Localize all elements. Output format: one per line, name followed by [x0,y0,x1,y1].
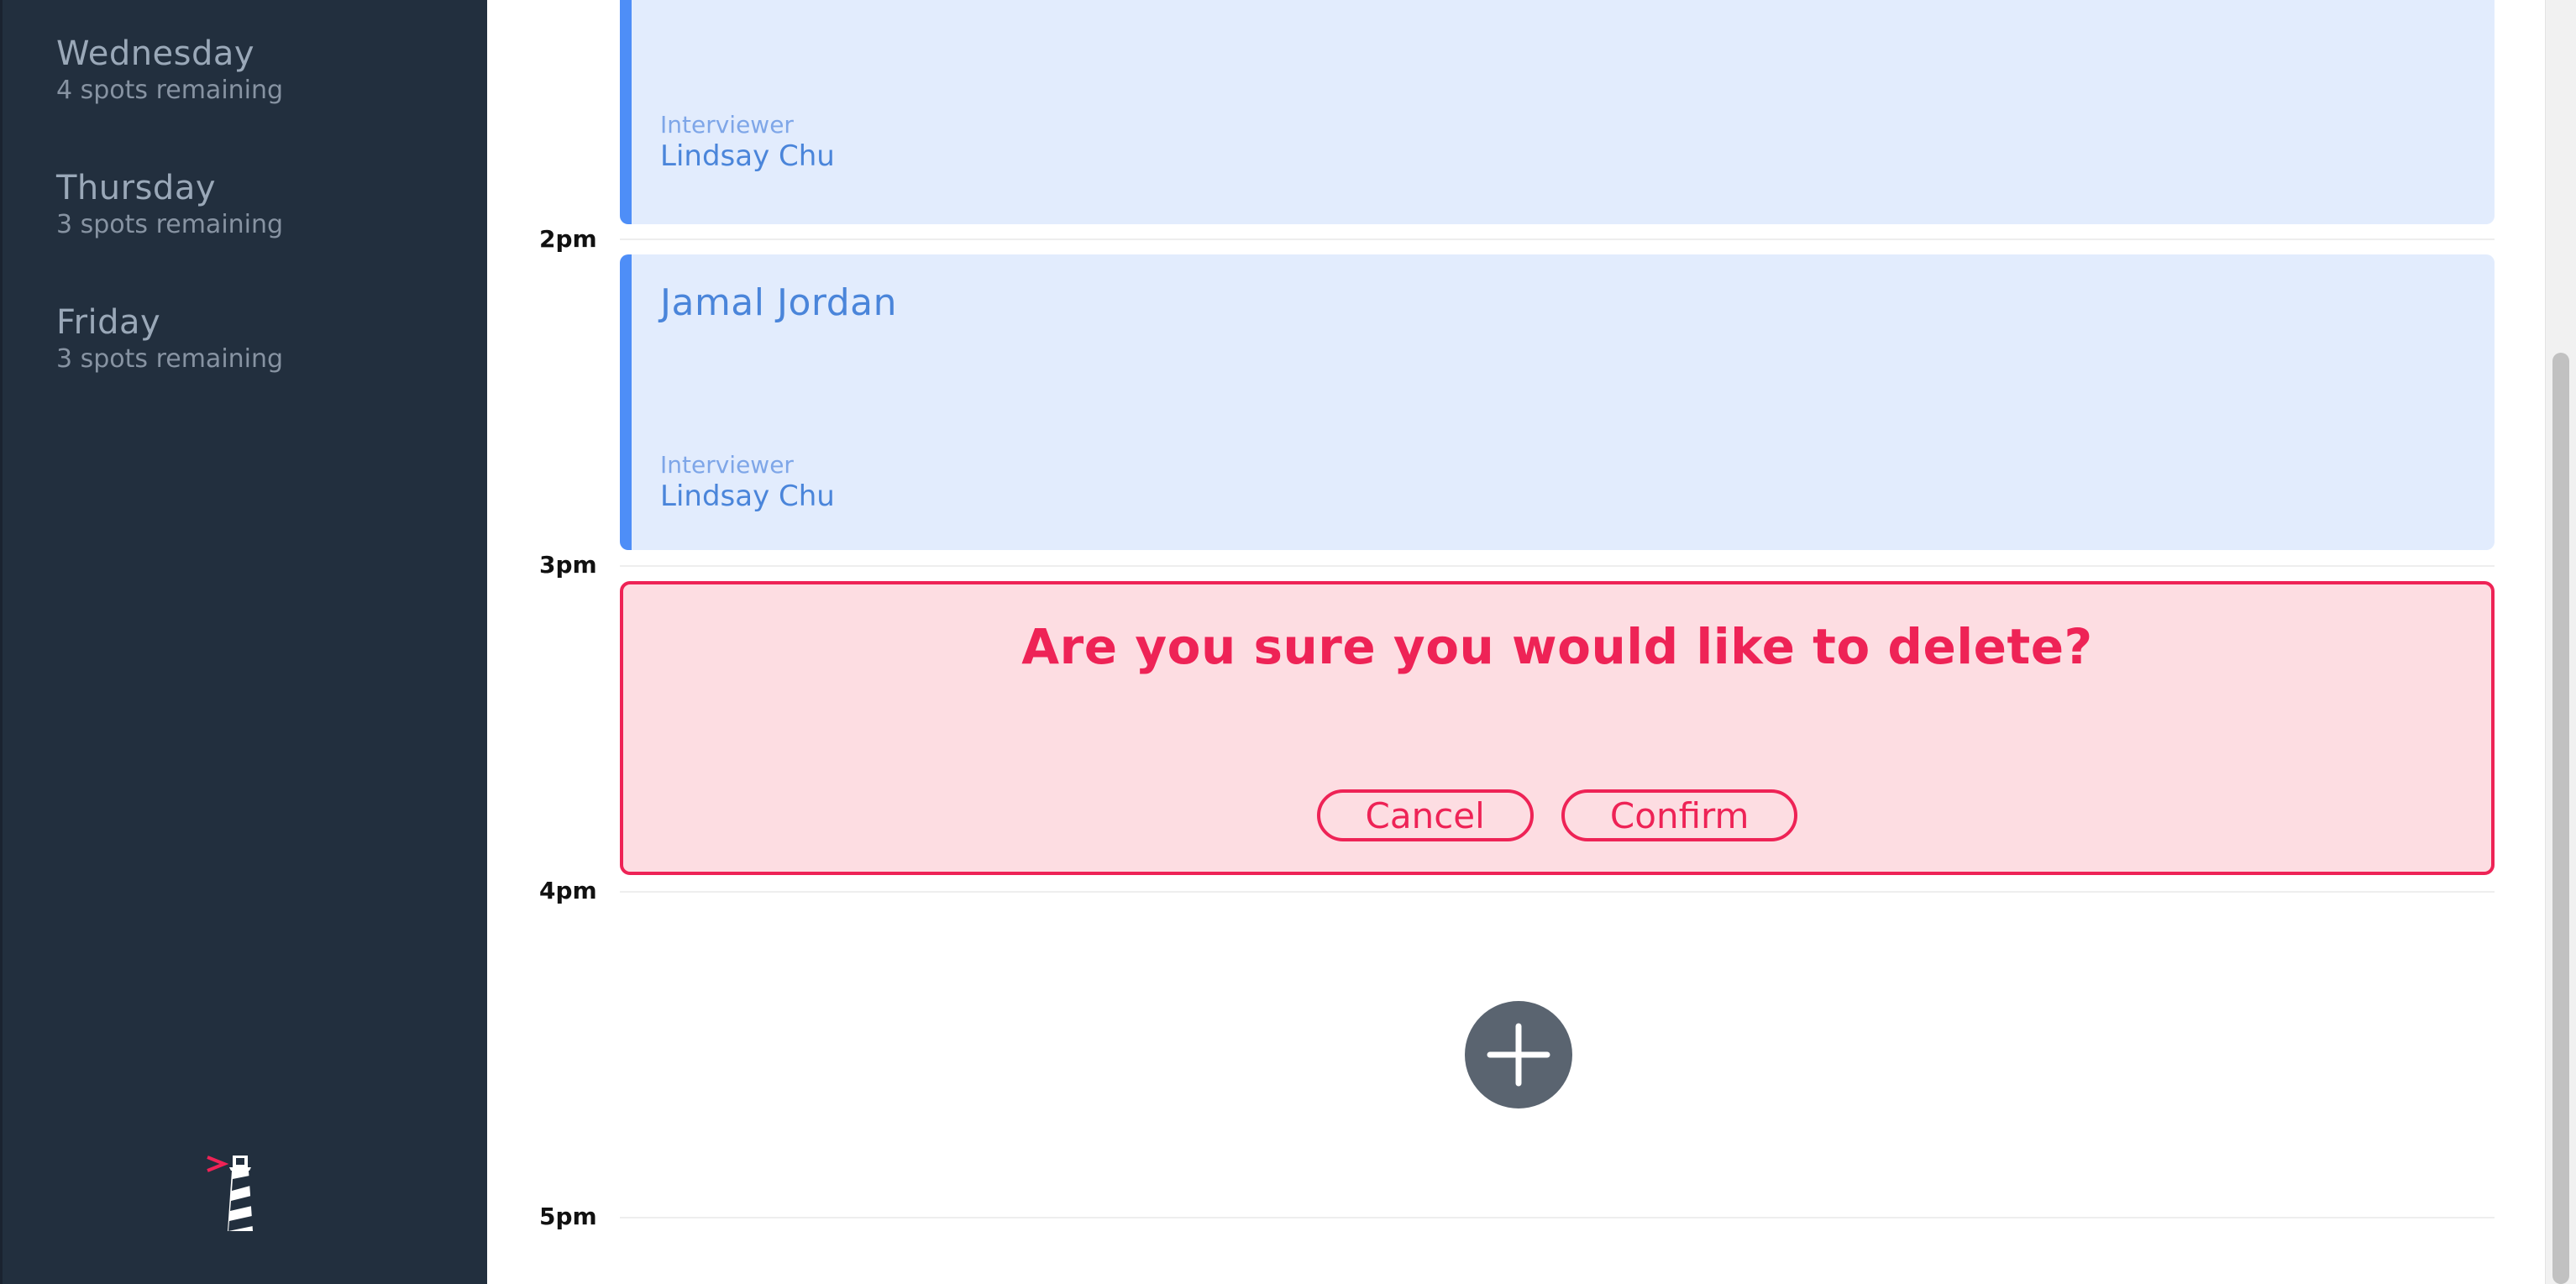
appointment-card[interactable]: Interviewer Lindsay Chu [620,0,2495,224]
interviewer-caption: Interviewer [660,111,794,139]
time-label-4pm: 4pm [539,877,597,904]
add-appointment-button[interactable] [1465,1001,1572,1108]
confirm-actions: Cancel Confirm [623,789,2491,841]
interviewer-caption: Interviewer [660,451,794,479]
time-label-5pm: 5pm [539,1203,597,1230]
time-divider [620,565,2495,567]
scheduler-app: Wednesday 4 spots remaining Thursday 3 s… [0,0,2576,1284]
time-label-2pm: 2pm [539,225,597,253]
appointment-card[interactable]: Jamal Jordan Interviewer Lindsay Chu [620,254,2495,550]
day-name: Thursday [56,169,216,207]
confirm-message: Are you sure you would like to delete? [1021,618,2093,675]
day-name: Friday [56,303,161,342]
time-divider [620,1217,2495,1218]
sidebar: Wednesday 4 spots remaining Thursday 3 s… [0,0,487,1284]
interviewer-name: Lindsay Chu [660,139,835,173]
day-item-wednesday[interactable]: Wednesday 4 spots remaining [56,34,283,107]
confirm-button[interactable]: Confirm [1561,789,1798,841]
vertical-scrollbar[interactable] [2545,0,2576,1284]
scrollbar-thumb[interactable] [2552,353,2569,1284]
interviewer-name: Lindsay Chu [660,480,835,513]
lighthouse-logo-icon [204,1150,271,1234]
day-item-thursday[interactable]: Thursday 3 spots remaining [56,168,283,242]
time-label-3pm: 3pm [539,551,597,579]
day-spots-remaining: 3 spots remaining [56,210,284,239]
time-divider [620,891,2495,893]
plus-icon [1487,1023,1550,1087]
day-spots-remaining: 3 spots remaining [56,344,284,374]
cancel-button[interactable]: Cancel [1316,789,1534,841]
time-divider [620,238,2495,240]
day-spots-remaining: 4 spots remaining [56,76,284,105]
schedule-main: Interviewer Lindsay Chu 2pm Jamal Jordan… [487,0,2545,1284]
delete-confirmation: Are you sure you would like to delete? C… [620,581,2495,875]
day-name: Wednesday [56,34,255,73]
student-name: Jamal Jordan [660,281,897,324]
day-item-friday[interactable]: Friday 3 spots remaining [56,302,283,376]
